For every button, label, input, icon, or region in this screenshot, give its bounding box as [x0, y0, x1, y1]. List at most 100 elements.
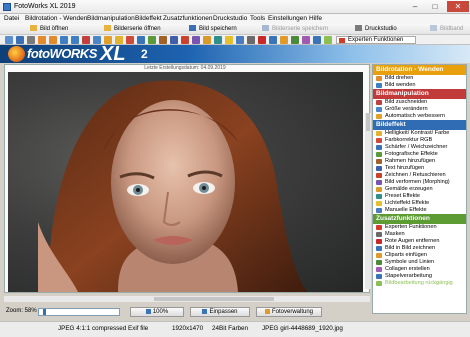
panel-item[interactable]: Stapelverarbeitung	[373, 273, 466, 280]
panel-item[interactable]: Automatisch verbessern	[373, 113, 466, 120]
mask-icon[interactable]	[247, 36, 255, 44]
maximize-button[interactable]: □	[426, 1, 444, 12]
undo-icon[interactable]	[324, 36, 332, 44]
manual-effects-icon[interactable]	[236, 36, 244, 44]
flip-vertical-icon[interactable]	[71, 36, 79, 44]
print-studio-button[interactable]: Druckstudio	[355, 25, 397, 34]
preset-icon[interactable]	[214, 36, 222, 44]
photo-management-button[interactable]: Fotoverwaltung	[256, 307, 322, 317]
rotate-left-icon[interactable]	[38, 36, 46, 44]
open-series-button[interactable]: Bilderserie öffnen	[104, 25, 161, 34]
menu-druckstudio[interactable]: Druckstudio	[213, 15, 247, 22]
panel-item[interactable]: Bild wenden	[373, 82, 466, 89]
panel-item[interactable]: Text hinzufügen	[373, 165, 466, 172]
open-icon[interactable]	[5, 36, 13, 44]
fit-window-button[interactable]: Einpassen	[190, 307, 250, 317]
vertical-scrollbar[interactable]	[365, 113, 371, 289]
menu-bildrotation[interactable]: Bildrotation - Wenden	[25, 15, 87, 22]
batch-icon[interactable]	[313, 36, 321, 44]
effects-icon[interactable]	[148, 36, 156, 44]
open-image-button[interactable]: Bild öffnen	[30, 25, 68, 34]
resize-icon	[376, 107, 382, 112]
save-icon[interactable]	[16, 36, 24, 44]
rgb-icon[interactable]	[126, 36, 134, 44]
panel-item-label: Collagen erstellen	[385, 266, 430, 272]
logo-icon	[8, 46, 25, 62]
frame-icon[interactable]	[159, 36, 167, 44]
photo-book-button[interactable]: Bildband	[430, 25, 463, 34]
photo-preview[interactable]	[8, 72, 363, 292]
panel-item[interactable]: Zeichnen / Retuschieren	[373, 172, 466, 179]
panel-item[interactable]: Bild drehen	[373, 75, 466, 82]
menu-datei[interactable]: Datei	[4, 15, 19, 22]
save-image-button[interactable]: Bild speichern	[189, 25, 237, 34]
draw-icon	[376, 173, 382, 178]
light-icon[interactable]	[225, 36, 233, 44]
panel-item[interactable]: Rote Augen entfernen	[373, 238, 466, 245]
draw-icon[interactable]	[181, 36, 189, 44]
panel-item[interactable]: Bild zuschneiden	[373, 99, 466, 106]
red-eye-icon[interactable]	[258, 36, 266, 44]
clipart-icon[interactable]	[280, 36, 288, 44]
menu-zusatzfunktionen[interactable]: Zusatzfunktionen	[163, 15, 213, 22]
panel-item[interactable]: Bild in Bild zeichnen	[373, 245, 466, 252]
close-button[interactable]: ✕	[447, 1, 469, 12]
panel-item[interactable]: Rahmen hinzufügen	[373, 158, 466, 165]
zoom-100-button[interactable]: 100%	[130, 307, 184, 317]
panel-item-label: Farbkorrektur RGB	[385, 137, 433, 143]
scrollbar-thumb[interactable]	[154, 297, 274, 301]
panel-item-label: Bild verformen (Morphing)	[385, 179, 450, 185]
symbols-icon[interactable]	[291, 36, 299, 44]
image-canvas[interactable]: Letzte Erstellungsdatum: 04.09.2019	[4, 64, 371, 293]
zoom-slider-knob[interactable]	[43, 309, 46, 315]
save-series-button[interactable]: Bilderserie speichern	[262, 25, 328, 34]
menu-hilfe[interactable]: Hilfe	[309, 15, 322, 22]
menu-bildeffekt[interactable]: Bildeffekt	[135, 15, 162, 22]
menu-bildmanipulation[interactable]: Bildmanipulation	[87, 15, 135, 22]
section-header[interactable]: Bildeffekt	[373, 120, 466, 130]
text-icon[interactable]	[170, 36, 178, 44]
panel-item[interactable]: Collagen erstellen	[373, 266, 466, 273]
panel-item[interactable]: Lichteffekt Effekte	[373, 200, 466, 207]
collage-icon	[376, 267, 382, 272]
section-header[interactable]: Bildrotation - Wenden	[373, 65, 466, 75]
zoom-slider[interactable]	[38, 308, 120, 316]
tools-toolbar: Experten Funktionen	[0, 35, 470, 45]
status-bar: JPEG 4:1:1 compressed Exif file 1920x147…	[0, 321, 470, 337]
scrollbar-thumb[interactable]	[366, 113, 370, 131]
panel-item[interactable]: Gemälde erzeugen	[373, 186, 466, 193]
flip-horizontal-icon[interactable]	[60, 36, 68, 44]
crop-icon[interactable]	[82, 36, 90, 44]
section-header[interactable]: Zusatzfunktionen	[373, 214, 466, 224]
menu-tools[interactable]: Tools	[250, 15, 265, 22]
menu-einstellungen[interactable]: Einstellungen	[268, 15, 307, 22]
print-icon[interactable]	[27, 36, 35, 44]
panel-item[interactable]: Fotografische Effekte	[373, 151, 466, 158]
morph-icon[interactable]	[192, 36, 200, 44]
expert-functions-button[interactable]: Experten Funktionen	[336, 36, 416, 44]
title-bar: FotoWorks XL 2019 – □ ✕	[0, 0, 470, 14]
crop-icon	[376, 100, 382, 105]
panel-item[interactable]: Bild verformen (Morphing)	[373, 179, 466, 186]
picture-in-picture-icon[interactable]	[269, 36, 277, 44]
panel-item[interactable]: Manuelle Effekte	[373, 207, 466, 214]
panel-item[interactable]: Farbkorrektur RGB	[373, 137, 466, 144]
painting-icon[interactable]	[203, 36, 211, 44]
collage-icon[interactable]	[302, 36, 310, 44]
sharpen-icon[interactable]	[137, 36, 145, 44]
panel-item[interactable]: Bildbearbeitung rückgängig	[373, 280, 466, 287]
section-header[interactable]: Bildmanipulation	[373, 89, 466, 99]
rotate-icon	[376, 76, 382, 81]
panel-item[interactable]: Preset Effekte	[373, 193, 466, 200]
minimize-button[interactable]: –	[406, 1, 424, 12]
panel-item[interactable]: Experten Funktionen	[373, 224, 466, 231]
panel-item[interactable]: Masken	[373, 231, 466, 238]
panel-item[interactable]: Symbole und Linien	[373, 259, 466, 266]
panel-item[interactable]: Cliparts einfügen	[373, 252, 466, 259]
panel-item[interactable]: Schärfer / Weichzeichner	[373, 144, 466, 151]
panel-item[interactable]: Helligkeit/ Kontrast/ Farbe	[373, 130, 466, 137]
rotate-right-icon[interactable]	[49, 36, 57, 44]
panel-item[interactable]: Größe verändern	[373, 106, 466, 113]
horizontal-scrollbar[interactable]	[4, 296, 370, 302]
picture-in-picture-icon	[376, 246, 382, 251]
